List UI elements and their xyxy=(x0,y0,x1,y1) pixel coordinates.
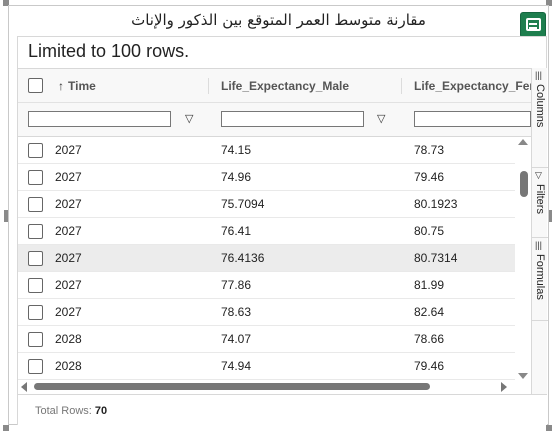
cell-time: 2027 xyxy=(55,305,82,319)
tool-panel-sidebar: ||| Columns ▽ Filters ||| Formulas xyxy=(531,68,548,394)
cell-time: 2028 xyxy=(55,359,82,373)
row-limit-notice: Limited to 100 rows. xyxy=(28,41,190,61)
columns-icon: ||| xyxy=(535,70,543,80)
cell-male: 74.96 xyxy=(221,170,252,184)
filter-icon[interactable]: ▽ xyxy=(185,112,193,125)
cell-male: 74.94 xyxy=(221,359,252,373)
total-rows-status: Total Rows: 70 xyxy=(35,405,108,417)
row-checkbox[interactable] xyxy=(28,224,43,239)
grid-footer: Total Rows: 70 xyxy=(18,394,547,425)
cell-male: 78.63 xyxy=(221,305,252,319)
column-header-male[interactable]: Life_Expectancy_Male xyxy=(221,69,401,103)
filter-icon: ▽ xyxy=(535,170,542,180)
cell-female: 80.75 xyxy=(414,224,445,238)
row-checkbox[interactable] xyxy=(28,197,43,212)
row-checkbox[interactable] xyxy=(28,278,43,293)
scroll-up-icon[interactable] xyxy=(518,139,528,145)
table-row[interactable]: 2027 75.7094 80.1923 xyxy=(18,191,531,218)
data-grid: ↑ Time Life_Expectancy_Male Life_Expectan… xyxy=(18,68,531,394)
tab-columns[interactable]: ||| Columns xyxy=(532,68,548,168)
table-row[interactable]: 2027 74.96 79.46 xyxy=(18,164,531,191)
cell-time: 2027 xyxy=(55,143,82,157)
widget-frame: مقارنة متوسط العمر المتوقع بين الذكور وا… xyxy=(8,5,549,425)
filter-icon[interactable]: ▽ xyxy=(377,112,385,125)
column-header-female[interactable]: Life_Expectancy_Fer xyxy=(414,69,531,103)
grid-body: 2027 74.15 78.73 2027 74.96 79.46 2027 75.7094 8… xyxy=(18,137,531,381)
cell-female: 82.64 xyxy=(414,305,445,319)
horizontal-scrollbar[interactable] xyxy=(18,380,515,394)
column-header-time[interactable]: ↑ Time xyxy=(58,69,208,103)
horizontal-scroll-thumb[interactable] xyxy=(34,383,430,390)
cell-female: 79.46 xyxy=(414,170,445,184)
cell-time: 2027 xyxy=(55,251,82,265)
grid-filter-row: ▽ ▽ xyxy=(18,103,531,137)
data-grid-panel: Limited to 100 rows. ↑ Time Life_Expectan… xyxy=(17,36,548,425)
column-divider[interactable] xyxy=(208,78,209,94)
cell-male: 77.86 xyxy=(221,278,252,292)
cell-male: 74.07 xyxy=(221,332,252,346)
table-row[interactable]: 2027 78.63 82.64 xyxy=(18,299,531,326)
row-checkbox[interactable] xyxy=(28,251,43,266)
row-checkbox[interactable] xyxy=(28,332,43,347)
scroll-down-icon[interactable] xyxy=(518,373,528,379)
table-row[interactable]: 2027 76.41 80.75 xyxy=(18,218,531,245)
row-checkbox[interactable] xyxy=(28,170,43,185)
filter-input-female[interactable] xyxy=(414,111,531,127)
cell-female: 81.99 xyxy=(414,278,445,292)
row-checkbox[interactable] xyxy=(28,143,43,158)
table-row[interactable]: 2028 74.94 79.46 xyxy=(18,353,531,380)
cell-female: 80.1923 xyxy=(414,197,458,211)
cell-female: 78.66 xyxy=(414,332,445,346)
cell-male: 76.4136 xyxy=(221,251,265,265)
widget-title: مقارنة متوسط العمر المتوقع بين الذكور وا… xyxy=(131,11,426,29)
row-checkbox[interactable] xyxy=(28,359,43,374)
cell-time: 2028 xyxy=(55,332,82,346)
vertical-scrollbar[interactable] xyxy=(515,137,531,381)
cell-time: 2027 xyxy=(55,170,82,184)
cell-male: 75.7094 xyxy=(221,197,265,211)
table-row[interactable]: 2027 76.4136 80.7314 xyxy=(18,245,531,272)
tab-filters[interactable]: ▽ Filters xyxy=(532,168,548,238)
column-divider[interactable] xyxy=(401,78,402,94)
resize-corner-bottom-left[interactable] xyxy=(3,425,9,431)
scroll-left-icon[interactable] xyxy=(21,382,27,392)
table-row[interactable]: 2028 74.07 78.66 xyxy=(18,326,531,353)
row-checkbox[interactable] xyxy=(28,305,43,320)
resize-corner-bottom-right[interactable] xyxy=(546,425,552,431)
cell-female: 80.7314 xyxy=(414,251,458,265)
cell-time: 2027 xyxy=(55,197,82,211)
filter-input-time[interactable] xyxy=(28,111,171,127)
export-button[interactable] xyxy=(520,12,546,38)
arrow-up-icon: ↑ xyxy=(58,79,64,93)
cell-time: 2027 xyxy=(55,224,82,238)
formulas-icon: ||| xyxy=(535,240,543,250)
select-all-checkbox[interactable] xyxy=(28,78,43,93)
cell-time: 2027 xyxy=(55,278,82,292)
table-row[interactable]: 2027 77.86 81.99 xyxy=(18,272,531,299)
tab-formulas[interactable]: ||| Formulas xyxy=(532,238,548,321)
cell-male: 76.41 xyxy=(221,224,252,238)
cell-female: 78.73 xyxy=(414,143,445,157)
filter-input-male[interactable] xyxy=(221,111,364,127)
grid-header-row: ↑ Time Life_Expectancy_Male Life_Expectan… xyxy=(18,69,531,103)
cell-female: 79.46 xyxy=(414,359,445,373)
scroll-right-icon[interactable] xyxy=(501,382,507,392)
vertical-scroll-thumb[interactable] xyxy=(520,171,528,197)
cell-male: 74.15 xyxy=(221,143,252,157)
table-row[interactable]: 2027 74.15 78.73 xyxy=(18,137,531,164)
